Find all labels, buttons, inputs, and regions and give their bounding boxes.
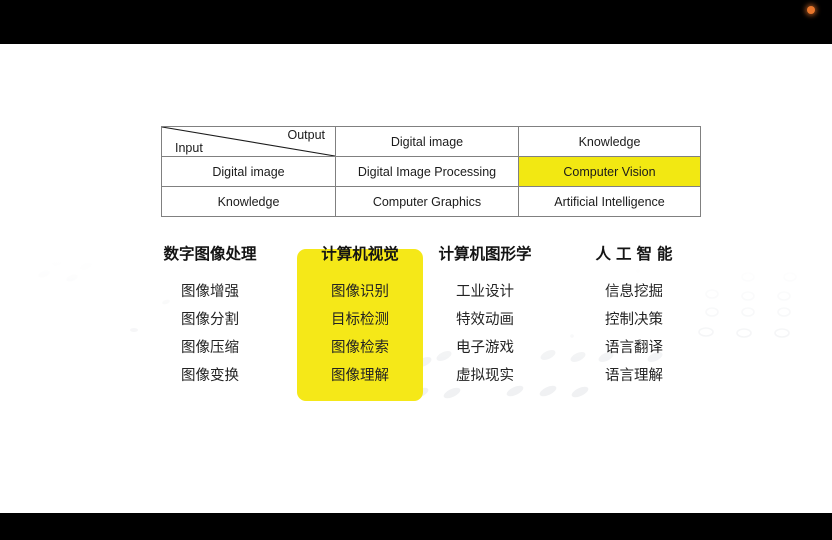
matrix-col-header-1: Knowledge — [518, 126, 701, 157]
corner-output-label: Output — [287, 128, 325, 142]
matrix-cell-computer-vision: Computer Vision — [518, 156, 701, 187]
topic-column-header: 人工智能 — [595, 246, 678, 263]
list-item: 语言翻译 — [605, 340, 663, 356]
list-item: 语言理解 — [605, 368, 663, 384]
list-item: 虚拟现实 — [456, 368, 514, 384]
slide-viewer: Output Input Digital image Knowledge Dig… — [0, 0, 832, 540]
letterbox-top — [0, 0, 832, 44]
recording-indicator-icon — [807, 6, 815, 14]
table-row: Digital image Digital Image Processing C… — [161, 156, 701, 187]
list-item: 图像增强 — [181, 284, 239, 300]
topic-column-computer-graphics: 计算机图形学 工业设计 特效动画 电子游戏 虚拟现实 — [410, 242, 560, 390]
topic-column-header: 数字图像处理 — [163, 246, 257, 263]
slide-canvas: Output Input Digital image Knowledge Dig… — [0, 44, 832, 513]
matrix-cell-dip: Digital Image Processing — [335, 156, 519, 187]
matrix-row-header-1: Knowledge — [161, 186, 336, 217]
list-item: 工业设计 — [456, 284, 514, 300]
table-row: Knowledge Computer Graphics Artificial I… — [161, 186, 701, 217]
matrix-corner-cell: Output Input — [161, 126, 336, 157]
list-item: 特效动画 — [456, 312, 514, 328]
corner-input-label: Input — [175, 141, 203, 155]
list-item: 图像变换 — [181, 368, 239, 384]
matrix-cell-computer-graphics: Computer Graphics — [335, 186, 519, 217]
table-header-row: Output Input Digital image Knowledge — [161, 126, 701, 157]
matrix-col-header-0: Digital image — [335, 126, 519, 157]
relationship-matrix-table: Output Input Digital image Knowledge Dig… — [161, 126, 701, 217]
topic-columns: 数字图像处理 图像增强 图像分割 图像压缩 图像变换 计算机视觉 图像识别 目标… — [0, 242, 832, 417]
letterbox-bottom — [0, 513, 832, 540]
matrix-row-header-0: Digital image — [161, 156, 336, 187]
matrix-cell-artificial-intelligence: Artificial Intelligence — [518, 186, 701, 217]
list-item: 信息挖掘 — [605, 284, 663, 300]
list-item: 图像压缩 — [181, 340, 239, 356]
list-item: 图像分割 — [181, 312, 239, 328]
topic-column-artificial-intelligence: 人工智能 信息挖掘 控制决策 语言翻译 语言理解 — [559, 242, 709, 390]
topic-column-header: 计算机图形学 — [438, 246, 532, 263]
topic-column-dip: 数字图像处理 图像增强 图像分割 图像压缩 图像变换 — [135, 242, 285, 390]
list-item: 控制决策 — [605, 312, 663, 328]
list-item: 电子游戏 — [456, 340, 514, 356]
